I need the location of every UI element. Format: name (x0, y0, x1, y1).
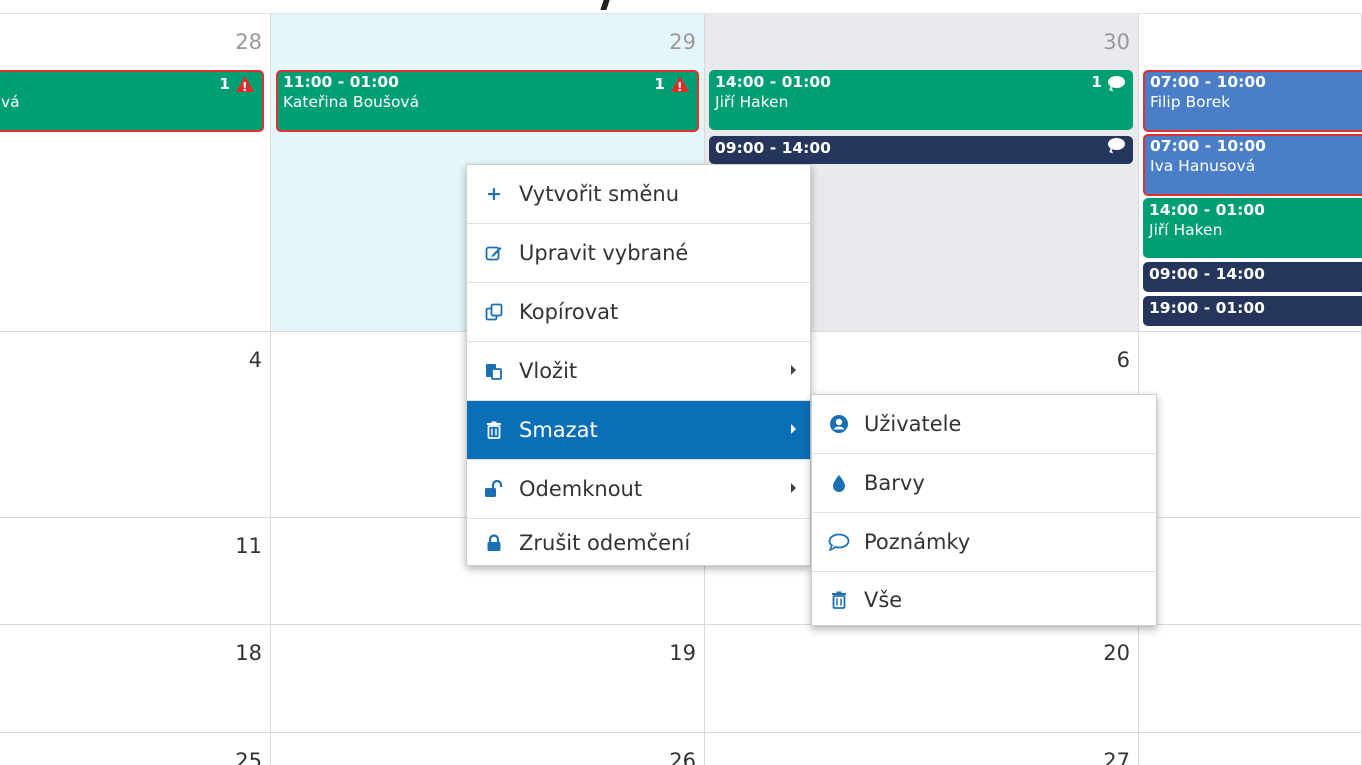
day-number: 25 (235, 749, 262, 765)
day-cell[interactable]: 18 (0, 625, 271, 733)
submenu-item-all[interactable]: Vše (812, 572, 1156, 627)
edit-icon (483, 242, 505, 264)
shift-time: 09:00 - 14:00 (715, 139, 831, 157)
plus-icon: + (486, 183, 502, 205)
shift-employee: Jiří Haken (715, 93, 789, 111)
menu-item-cancel-unlock[interactable]: Zrušit odemčení (467, 519, 810, 567)
shift-employee: vá (1, 93, 20, 111)
submenu-item-notes[interactable]: Poznámky (812, 513, 1156, 572)
submenu-item-users[interactable]: Uživatele (812, 395, 1156, 454)
day-cell[interactable]: 28 (0, 14, 271, 332)
submenu-item-colors[interactable]: Barvy (812, 454, 1156, 513)
menu-item-label: Zrušit odemčení (519, 531, 691, 555)
shift-block[interactable]: 19:00 - 01:00 (1143, 296, 1362, 326)
shift-badge: 1 (219, 74, 254, 97)
calendar-header (0, 0, 1362, 14)
menu-item-copy[interactable]: Kopírovat (467, 283, 810, 342)
drop-icon (828, 472, 850, 494)
submenu-arrow-icon (791, 483, 796, 493)
shift-block[interactable]: 07:00 - 10:00 Iva Hanusová (1143, 134, 1362, 196)
day-cell[interactable] (1139, 733, 1362, 765)
menu-item-create-shift[interactable]: + Vytvořit směnu (467, 165, 810, 224)
warning-count: 1 (654, 75, 665, 93)
day-cell[interactable]: 27 (705, 733, 1139, 765)
menu-item-label: Barvy (864, 471, 925, 495)
shift-employee: Filip Borek (1150, 93, 1231, 111)
note-count: 1 (1091, 73, 1102, 91)
shift-block[interactable]: 14:00 - 01:00 Jiří Haken 1 (709, 70, 1133, 130)
day-number: 18 (235, 641, 262, 665)
menu-item-label: Vše (864, 587, 903, 612)
shift-block[interactable]: vá 1 (0, 70, 264, 132)
menu-item-unlock[interactable]: Odemknout (467, 460, 810, 519)
day-cell[interactable] (1139, 625, 1362, 733)
day-number: 27 (1103, 749, 1130, 765)
day-number: 28 (235, 30, 262, 54)
menu-item-label: Smazat (519, 418, 598, 442)
shift-block[interactable]: 09:00 - 14:00 (709, 136, 1133, 164)
menu-item-edit-selected[interactable]: Upravit vybrané (467, 224, 810, 283)
context-menu: + Vytvořit směnu Upravit vybrané Kopírova… (466, 164, 811, 566)
comment-icon (1108, 76, 1125, 88)
delete-submenu: Uživatele Barvy Poznámky Vše (811, 394, 1157, 626)
shift-time: 14:00 - 01:00 (1149, 201, 1265, 219)
shift-block[interactable]: 11:00 - 01:00 Kateřina Boušová 1 (276, 70, 699, 132)
header-glyph (600, 0, 610, 10)
trash-icon (828, 589, 850, 611)
shift-badge: 1 (1091, 72, 1125, 92)
shift-employee: Iva Hanusová (1150, 157, 1256, 175)
shift-employee: Kateřina Boušová (283, 93, 420, 111)
shift-badge (1108, 138, 1125, 150)
day-cell[interactable]: 20 (705, 625, 1139, 733)
warning-count: 1 (219, 75, 230, 93)
warning-icon (236, 76, 254, 97)
menu-item-label: Vytvořit směnu (519, 182, 680, 206)
trash-icon (483, 419, 505, 441)
day-number: 30 (1103, 30, 1130, 54)
menu-item-label: Poznámky (864, 530, 971, 554)
shift-block[interactable]: 09:00 - 14:00 (1143, 262, 1362, 292)
menu-item-label: Odemknout (519, 477, 643, 501)
day-number: 4 (248, 348, 262, 372)
day-number: 29 (669, 30, 696, 54)
user-circle-icon (828, 413, 850, 435)
paste-icon (483, 360, 505, 382)
shift-time: 07:00 - 10:00 (1150, 73, 1266, 91)
unlock-icon (483, 478, 505, 500)
menu-item-label: Vložit (519, 359, 578, 383)
day-cell[interactable]: 19 (271, 625, 705, 733)
day-number: 19 (669, 641, 696, 665)
day-cell[interactable]: 26 (271, 733, 705, 765)
day-number: 26 (669, 749, 696, 765)
menu-item-label: Kopírovat (519, 300, 619, 324)
menu-item-delete[interactable]: Smazat (467, 401, 810, 460)
menu-item-label: Upravit vybrané (519, 241, 689, 265)
warning-icon (671, 76, 689, 97)
day-cell[interactable]: 25 (0, 733, 271, 765)
shift-time: 19:00 - 01:00 (1149, 299, 1265, 317)
shift-time: 11:00 - 01:00 (283, 73, 399, 91)
day-cell[interactable] (1139, 332, 1362, 518)
shift-time: 14:00 - 01:00 (715, 73, 831, 91)
day-number: 20 (1103, 641, 1130, 665)
day-cell[interactable] (1139, 518, 1362, 625)
shift-badge: 1 (654, 74, 689, 97)
shift-block[interactable]: 14:00 - 01:00 Jiří Haken (1143, 198, 1362, 258)
comment-icon (828, 531, 850, 553)
comment-icon (1108, 138, 1125, 150)
shift-time: 07:00 - 10:00 (1150, 137, 1266, 155)
menu-item-paste[interactable]: Vložit (467, 342, 810, 401)
day-number: 6 (1116, 348, 1130, 372)
day-cell[interactable]: 4 (0, 332, 271, 518)
copy-icon (483, 301, 505, 323)
shift-time: 09:00 - 14:00 (1149, 265, 1265, 283)
shift-employee: Jiří Haken (1149, 221, 1223, 239)
menu-item-label: Uživatele (864, 412, 962, 436)
shift-block[interactable]: 07:00 - 10:00 Filip Borek (1143, 70, 1362, 132)
submenu-arrow-icon (791, 365, 796, 375)
day-cell[interactable]: 11 (0, 518, 271, 625)
submenu-arrow-icon (791, 424, 796, 434)
lock-icon (483, 532, 505, 554)
day-number: 11 (235, 534, 262, 558)
